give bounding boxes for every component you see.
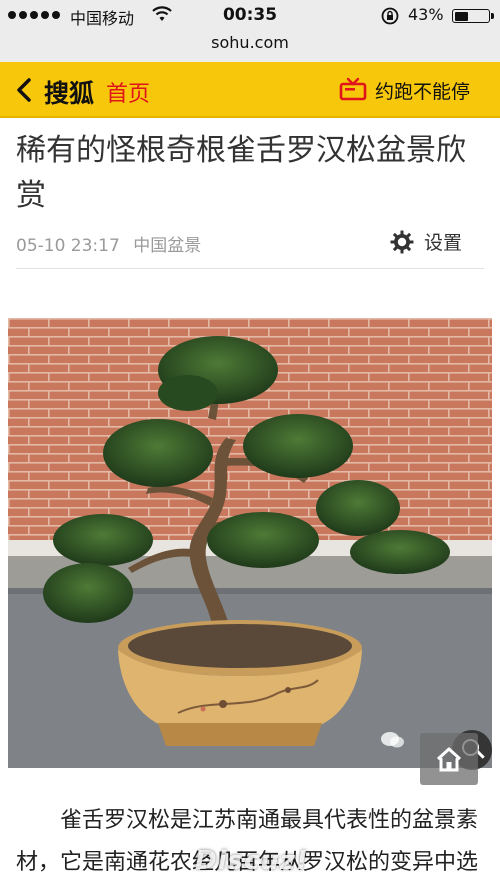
back-chevron-icon[interactable] [14,77,34,103]
discuz-watermark: Discuz! [195,846,309,876]
home-icon [436,747,462,772]
settings-gear-icon [390,230,414,253]
article-photo[interactable] [8,318,492,768]
divider [16,268,484,269]
address-bar[interactable]: sohu.com [0,30,500,62]
battery-fill [454,11,469,21]
orientation-lock-icon [381,7,399,25]
home-link[interactable]: 首页 [106,76,150,108]
bonsai-image [8,318,492,768]
status-bar: 中国移动 00:35 43% [0,0,500,30]
settings-button[interactable]: 设置 [390,228,462,255]
article-title: 稀有的怪根奇根雀舌罗汉松盆景欣赏 [16,133,466,213]
wechat-icon [381,732,404,748]
site-header: 搜狐 首页 约跑不能停 [0,62,500,118]
home-button[interactable] [420,733,478,785]
battery-percent: 43% [408,5,444,24]
battery-icon [452,9,494,23]
tv-icon[interactable] [339,76,367,102]
promo-link[interactable]: 约跑不能停 [375,77,470,104]
settings-label: 设置 [424,232,463,254]
article-meta: 05-10 23:17 中国盆景 [16,231,201,256]
brand-logo-text[interactable]: 搜狐 [44,74,94,110]
article-date: 05-10 23:17 [16,236,120,256]
article-source[interactable]: 中国盆景 [133,236,201,256]
